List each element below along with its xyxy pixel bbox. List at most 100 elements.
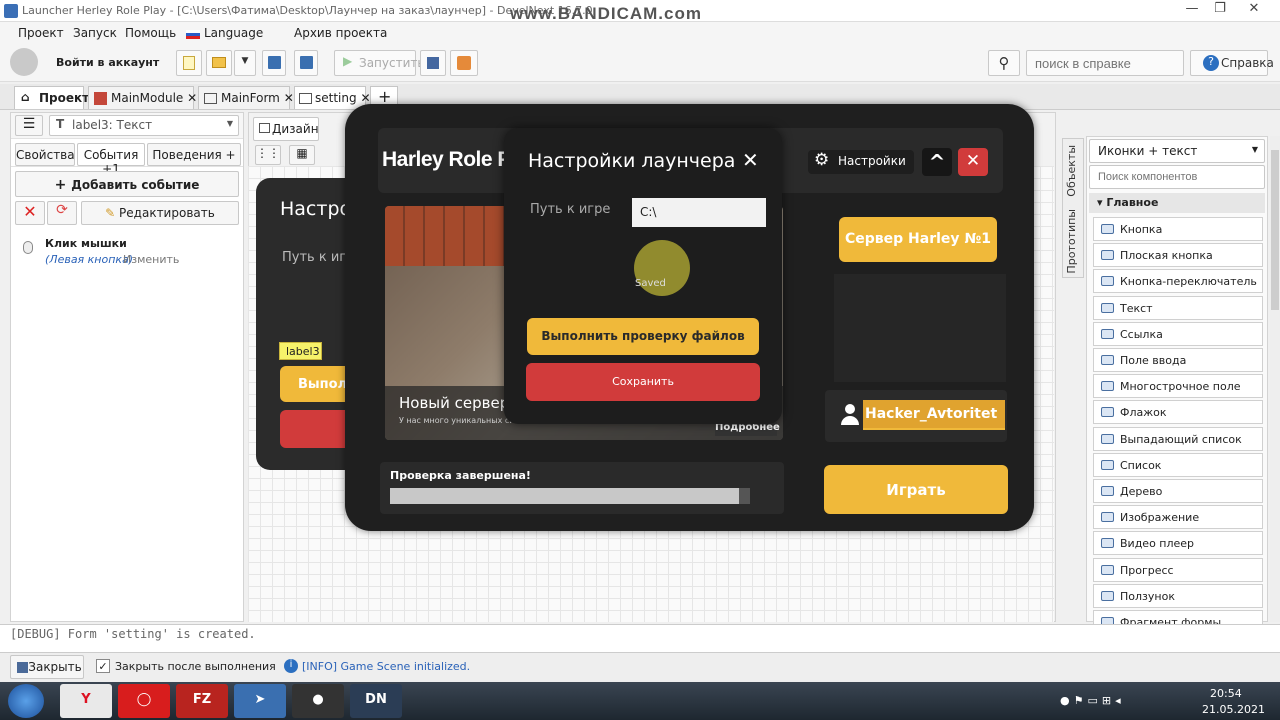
status-panel: Проверка завершена!	[380, 462, 784, 514]
event-item[interactable]: Клик мышки (Левая кнопка) Изменить	[11, 227, 243, 267]
module-icon	[94, 92, 107, 105]
grid-dots-icon[interactable]: ⋮⋮	[255, 145, 281, 165]
maximize-button[interactable]: ❐	[1206, 1, 1234, 20]
event-desc: (Левая кнопка)	[45, 253, 134, 266]
scrollbar[interactable]	[1270, 136, 1280, 622]
play-button[interactable]: Играть	[824, 465, 1008, 514]
close-icon[interactable]: ✕	[360, 91, 370, 105]
tab-mainform[interactable]: MainForm ✕	[198, 86, 294, 109]
run-button[interactable]: ▶ Запустить	[334, 50, 424, 76]
tray-icons[interactable]: ●⚑▭⊞◂	[1060, 694, 1125, 707]
tab-events[interactable]: События +1	[77, 143, 145, 176]
close-icon[interactable]: ✕	[284, 91, 294, 105]
view-mode-select[interactable]: Иконки + текст ▼	[1089, 139, 1265, 163]
component-item[interactable]: Выпадающий список	[1093, 426, 1263, 451]
news-more-button[interactable]: Подробнее	[715, 422, 780, 436]
minimize-button[interactable]: —	[1178, 1, 1206, 20]
title-bar: Launcher Herley Role Play - [C:\Users\Фа…	[0, 0, 1280, 23]
text-icon: T	[56, 117, 65, 131]
search-icon[interactable]: ⚲	[988, 50, 1020, 76]
chevron-down-icon: ▾	[1097, 196, 1107, 209]
component-item[interactable]: Видео плеер	[1093, 531, 1263, 556]
component-item[interactable]: Ссылка	[1093, 321, 1263, 346]
delete-event-icon[interactable]: ✕	[15, 201, 45, 225]
component-item[interactable]: Плоская кнопка	[1093, 243, 1263, 268]
event-change-link[interactable]: Изменить	[123, 253, 179, 266]
stop-icon[interactable]	[420, 50, 446, 76]
save-settings-button[interactable]: Сохранить	[526, 363, 760, 401]
home-icon: ⌂	[21, 90, 30, 104]
launcher-title: Harley Role Pl	[382, 148, 517, 171]
window-title: Launcher Herley Role Play - [C:\Users\Фа…	[22, 4, 593, 17]
section-header[interactable]: ▾ Главное	[1089, 193, 1265, 213]
bandicam-watermark: www.BANDICAM.com	[510, 4, 702, 23]
path-input[interactable]: C:\	[632, 198, 766, 227]
tab-setting[interactable]: setting ✕	[294, 86, 371, 109]
component-item[interactable]: Многострочное поле	[1093, 374, 1263, 399]
username-input[interactable]: Hacker_Avtoritet	[863, 400, 1005, 430]
check-files-button[interactable]: Выполнить проверку файлов	[527, 318, 759, 355]
tab-design[interactable]: Дизайн	[253, 117, 319, 141]
dialog-close-icon[interactable]: ✕	[742, 148, 759, 172]
menu-icon[interactable]: ☰	[15, 115, 43, 136]
menu-language[interactable]: Language	[204, 26, 263, 40]
close-icon[interactable]: ✕	[958, 148, 988, 176]
server-button[interactable]: Сервер Harley №1	[839, 217, 997, 262]
edit-event-button[interactable]: ✎ Редактировать	[81, 201, 239, 225]
close-window-button[interactable]: ✕	[1240, 1, 1268, 20]
help-search-input[interactable]	[1026, 50, 1184, 76]
develnext-icon[interactable]: DN	[350, 684, 402, 718]
start-button[interactable]	[8, 684, 44, 718]
tab-objects[interactable]: Объекты	[1065, 145, 1078, 197]
menu-archive[interactable]: Архив проекта	[294, 26, 387, 40]
settings-button[interactable]: ⚙ Настройки	[808, 150, 914, 174]
component-item[interactable]: Кнопка	[1093, 217, 1263, 241]
grid-icon[interactable]: ▦	[289, 145, 315, 165]
menu-help[interactable]: Помощь	[125, 26, 176, 40]
login-button[interactable]: Войти в аккаунт	[56, 56, 159, 69]
component-item[interactable]: Список	[1093, 452, 1263, 477]
left-panel: ☰ Tlabel3: Текст ▼ Свойства События +1 По…	[10, 112, 244, 622]
telegram-icon[interactable]: ➤	[234, 684, 286, 718]
status-text: Проверка завершена!	[390, 469, 531, 482]
yandex-browser-icon[interactable]: Y	[60, 684, 112, 718]
reload-icon[interactable]: ⟳	[47, 201, 77, 225]
filezilla-icon[interactable]: FZ	[176, 684, 228, 718]
console-line: [DEBUG] Form 'setting' is created.	[10, 627, 256, 641]
build-icon[interactable]	[450, 50, 478, 76]
component-item[interactable]: Кнопка-переключатель	[1093, 269, 1263, 294]
component-item[interactable]: Текст	[1093, 295, 1263, 320]
preview-title: Настро	[280, 198, 352, 220]
close-after-checkbox[interactable]: ✓	[96, 659, 110, 673]
bandicam-icon[interactable]: ●	[292, 684, 344, 718]
tab-project[interactable]: ⌂ Проект	[14, 86, 89, 109]
minimize-up-icon[interactable]: ^	[922, 148, 952, 176]
tab-prototypes[interactable]: Прототипы	[1065, 209, 1078, 274]
opera-icon[interactable]: ◯	[118, 684, 170, 718]
component-item[interactable]: Изображение	[1093, 505, 1263, 530]
component-item[interactable]: Ползунок	[1093, 583, 1263, 608]
component-item[interactable]: Флажок	[1093, 400, 1263, 425]
tab-behaviours[interactable]: Поведения +	[147, 143, 241, 166]
tab-mainmodule[interactable]: MainModule ✕	[88, 86, 197, 109]
new-file-icon[interactable]	[176, 50, 202, 76]
save-icon[interactable]	[262, 50, 286, 76]
open-folder-icon[interactable]	[206, 50, 232, 76]
help-button[interactable]: ? Справка	[1190, 50, 1274, 76]
gear-icon: ⚙	[814, 150, 830, 170]
component-search-input[interactable]	[1089, 165, 1265, 189]
menu-project[interactable]: Проект	[18, 26, 64, 40]
object-selector[interactable]: Tlabel3: Текст ▼	[49, 115, 239, 136]
save-all-icon[interactable]	[294, 50, 318, 76]
tab-properties[interactable]: Свойства	[15, 143, 75, 166]
menu-run[interactable]: Запуск	[73, 26, 117, 40]
component-label: Кнопка	[1120, 223, 1163, 236]
label3-tag[interactable]: label3	[279, 342, 322, 360]
close-console-button[interactable]: Закрыть	[10, 655, 84, 679]
component-item[interactable]: Дерево	[1093, 479, 1263, 503]
chevron-down-icon[interactable]: ▼	[234, 50, 256, 76]
add-event-button[interactable]: + Добавить событие	[15, 171, 239, 197]
close-icon[interactable]: ✕	[187, 91, 197, 105]
component-item[interactable]: Поле ввода	[1093, 348, 1263, 372]
component-item[interactable]: Прогресс	[1093, 557, 1263, 582]
